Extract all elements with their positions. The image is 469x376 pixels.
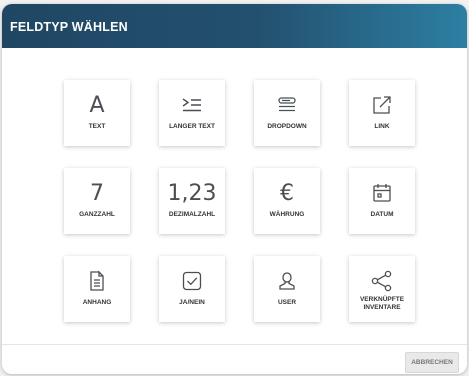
field-type-label: JA/NEIN [179,299,205,306]
external-link-icon [349,91,415,119]
document-icon [64,267,130,295]
field-type-yes-no[interactable]: JA/NEIN [159,256,225,322]
user-icon [254,267,320,295]
dialog-header: FELDTYP WÄHLEN [2,4,467,48]
field-type-label: DEZIMALZAHL [168,211,216,218]
cancel-button[interactable]: ABBRECHEN [405,352,459,373]
field-type-label: DATUM [370,211,394,218]
field-type-date[interactable]: DATUM [349,168,415,234]
field-type-dropdown[interactable]: DROPDOWN [254,80,320,146]
decimal-icon: 1,23 [167,180,217,206]
euro-icon: € [280,180,294,206]
calendar-icon [349,179,415,207]
field-type-dialog: FELDTYP WÄHLEN A TEXT LANGER TEXT DROPDO… [2,4,467,374]
footer-divider [2,344,467,345]
field-type-label: USER [277,299,297,306]
field-type-integer[interactable]: 7 GANZZAHL [64,168,130,234]
share-icon [349,267,415,295]
field-type-attachment[interactable]: ANHANG [64,256,130,322]
field-type-user[interactable]: USER [254,256,320,322]
field-type-currency[interactable]: € WÄHRUNG [254,168,320,234]
dialog-title: FELDTYP WÄHLEN [10,20,128,34]
field-type-text[interactable]: A TEXT [64,80,130,146]
long-text-icon [159,91,225,119]
field-type-label: LANGER TEXT [169,123,215,130]
field-type-label: GANZZAHL [79,211,115,218]
dropdown-icon [254,91,320,119]
field-type-link[interactable]: LINK [349,80,415,146]
field-type-decimal[interactable]: 1,23 DEZIMALZAHL [159,168,225,234]
field-type-label: ANHANG [82,299,112,306]
field-type-label: LINK [374,123,390,130]
field-type-linked-inventories[interactable]: VERKNÜPFTE INVENTARE [349,256,415,322]
checkbox-icon [159,267,225,295]
field-type-label: WÄHRUNG [269,211,305,218]
field-type-long-text[interactable]: LANGER TEXT [159,80,225,146]
text-letter-icon: A [89,92,105,118]
integer-icon: 7 [90,180,104,206]
field-type-label: DROPDOWN [267,123,307,130]
field-type-grid: A TEXT LANGER TEXT DROPDOWN LINK 7 GANZZ… [64,80,415,322]
field-type-label: TEXT [88,123,106,130]
field-type-label: VERKNÜPFTE INVENTARE [359,296,405,311]
